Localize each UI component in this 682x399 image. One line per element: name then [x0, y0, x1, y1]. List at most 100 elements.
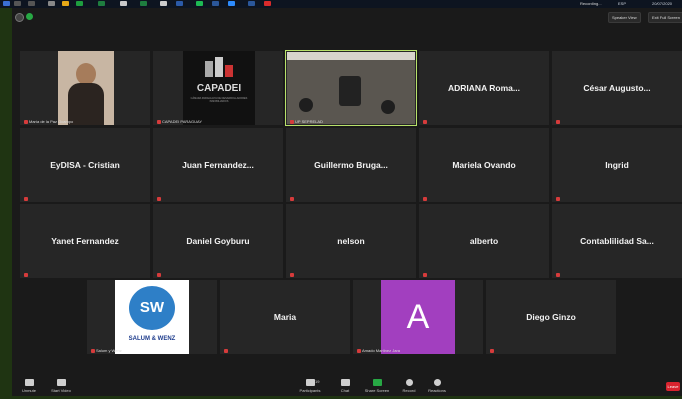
speaker-view-button[interactable]: Speaker View — [608, 12, 641, 23]
salum-wenz-logo: SW SALUM & WENZ — [115, 280, 189, 354]
tile-salum-wenz[interactable]: SW SALUM & WENZ Salum y Wenz — [87, 280, 217, 354]
mic-muted-icon — [24, 273, 28, 277]
share-screen-icon — [372, 379, 382, 386]
mic-muted-icon — [91, 348, 95, 353]
participant-name: Diego Ginzo — [526, 312, 576, 322]
mic-muted-icon — [490, 349, 494, 353]
tile-label: María de la Paz Ocampo — [24, 119, 73, 124]
tile-label — [157, 273, 161, 277]
tile-avatar[interactable]: A Amado Martinez Jara — [353, 280, 483, 354]
tile-active-speaker[interactable]: UP SEPRELAD — [285, 50, 417, 126]
tile-label — [157, 197, 161, 201]
tile-participant[interactable]: nelson — [286, 204, 416, 278]
participant-name: Mariela Ovando — [452, 160, 516, 170]
task-view-icon[interactable] — [28, 1, 35, 6]
tile-participant[interactable]: Guillermo Bruga... — [286, 128, 416, 202]
mic-muted-icon — [357, 348, 361, 353]
zoom-meeting-window: Recording... Speaker View Exit Full Scre… — [12, 1, 682, 396]
mic-muted-icon — [423, 120, 427, 124]
meeting-room-video-feed — [287, 52, 415, 124]
tile-participant[interactable]: Ingrid — [552, 128, 682, 202]
avatar-letter: A — [381, 280, 455, 354]
tile-participant[interactable]: César Augusto... — [552, 51, 682, 125]
spotify-icon[interactable] — [196, 1, 203, 6]
tile-label — [556, 120, 560, 124]
mic-muted-icon — [24, 119, 28, 124]
folder-icon[interactable] — [62, 1, 69, 6]
meeting-info-icon[interactable] — [15, 13, 24, 22]
mic-muted-icon — [556, 197, 560, 201]
participant-name: Ingrid — [605, 160, 629, 170]
participants-icon — [305, 379, 315, 386]
meeting-top-bar: Recording... Speaker View Exit Full Scre… — [12, 1, 682, 26]
tile-label — [24, 273, 28, 277]
tile-participant[interactable]: Mariela Ovando — [419, 128, 549, 202]
encryption-shield-icon[interactable] — [26, 13, 33, 20]
participant-name: Daniel Goyburu — [186, 236, 250, 246]
tile-participant[interactable]: Diego Ginzo — [486, 280, 616, 354]
mic-muted-icon — [423, 273, 427, 277]
mic-muted-icon — [224, 349, 228, 353]
share-screen-button[interactable]: Share Screen — [362, 379, 392, 393]
recording-indicator: Recording... — [580, 1, 602, 6]
participants-button[interactable]: 19 Participants — [295, 379, 325, 393]
tile-label — [290, 197, 294, 201]
tile-label: Salum y Wenz — [91, 348, 122, 353]
tile-label: Amado Martinez Jara — [357, 348, 400, 353]
tile-label — [556, 197, 560, 201]
reactions-icon — [433, 379, 441, 386]
participant-name: César Augusto... — [583, 83, 651, 93]
excel-icon-2[interactable] — [140, 1, 147, 6]
mic-muted-icon — [157, 197, 161, 201]
record-button[interactable]: Record — [394, 379, 424, 393]
zoom-icon[interactable] — [228, 1, 235, 6]
tile-capadei[interactable]: CAPADEI CÁMARA PARAGUAYA DE DESARROLLADO… — [153, 51, 283, 125]
tile-label: CAPADEI PARAGUAY — [157, 119, 202, 124]
unmute-button[interactable]: Unmute — [14, 379, 44, 393]
word-icon[interactable] — [176, 1, 183, 6]
windows-start-icon[interactable] — [3, 1, 10, 6]
mic-muted-icon — [556, 120, 560, 124]
app-icon[interactable] — [120, 1, 127, 6]
reactions-button[interactable]: Reactions — [422, 379, 452, 393]
start-video-button[interactable]: Start Video — [46, 379, 76, 393]
tile-participant[interactable]: Daniel Goyburu — [153, 204, 283, 278]
tile-participant[interactable]: ADRIANA Roma... — [419, 51, 549, 125]
participant-name: Maria — [273, 312, 297, 322]
tile-label — [423, 120, 427, 124]
tile-label — [423, 197, 427, 201]
mic-muted-icon — [290, 119, 294, 124]
microphone-off-icon — [24, 379, 34, 386]
participant-video-feed — [58, 51, 114, 125]
tile-label — [556, 273, 560, 277]
app-icon-2[interactable] — [160, 1, 167, 6]
file-explorer-icon[interactable] — [48, 1, 55, 6]
chat-button[interactable]: Chat — [330, 379, 360, 393]
app-icon-4[interactable] — [248, 1, 255, 6]
tile-participant[interactable]: EyDISA - Cristian — [20, 128, 150, 202]
tile-label — [24, 197, 28, 201]
mic-muted-icon — [290, 197, 294, 201]
mic-muted-icon — [556, 273, 560, 277]
tile-participant[interactable]: Contablilidad Sa... — [552, 204, 682, 278]
app-icon-3[interactable] — [212, 1, 219, 6]
tile-participant[interactable]: Maria — [220, 280, 350, 354]
participant-name: nelson — [337, 236, 365, 246]
tile-label — [423, 273, 427, 277]
participant-name: alberto — [469, 236, 499, 246]
tile-participant[interactable]: alberto — [419, 204, 549, 278]
mic-muted-icon — [157, 119, 161, 124]
tile-label: UP SEPRELAD — [290, 119, 323, 124]
excel-icon[interactable] — [98, 1, 105, 6]
tile-participant[interactable]: Yanet Fernandez — [20, 204, 150, 278]
record-icon — [405, 379, 413, 386]
tile-label — [290, 273, 294, 277]
search-icon[interactable] — [14, 1, 21, 6]
chrome-icon[interactable] — [76, 1, 83, 6]
app-icon-5[interactable] — [264, 1, 271, 6]
tile-participant-video[interactable]: María de la Paz Ocampo — [20, 51, 150, 125]
exit-full-screen-button[interactable]: Exit Full Screen — [648, 12, 682, 23]
leave-meeting-button[interactable]: Leave — [666, 382, 680, 391]
tile-participant[interactable]: Juan Fernandez... — [153, 128, 283, 202]
mic-muted-icon — [423, 197, 427, 201]
